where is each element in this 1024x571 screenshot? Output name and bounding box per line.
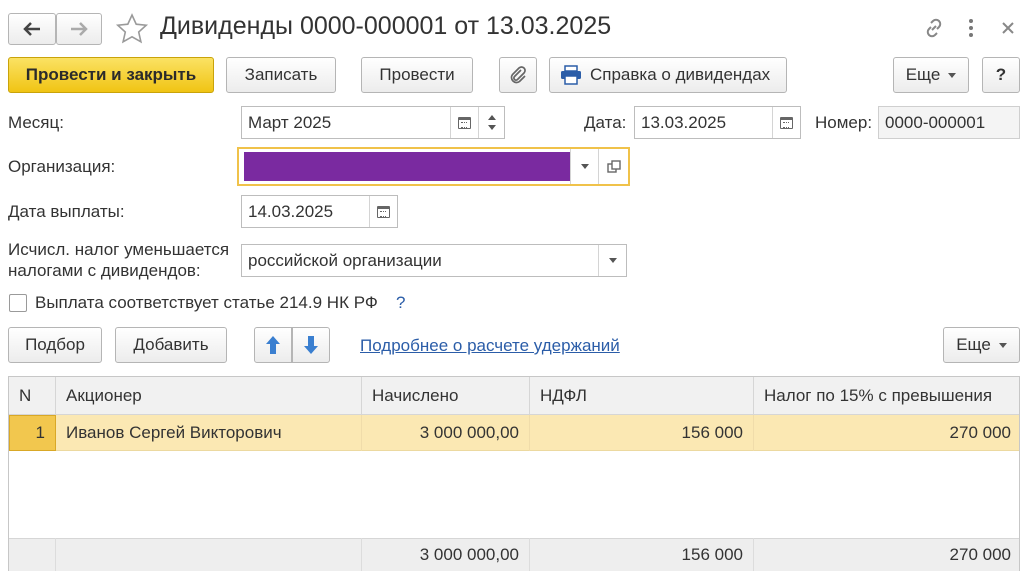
- chevron-down-icon: [580, 164, 589, 169]
- more-menu-icon[interactable]: [961, 16, 981, 40]
- tax-label-line2: налогами с дивидендов:: [8, 261, 201, 280]
- number-label: Номер:: [815, 113, 873, 132]
- tax-select[interactable]: российской организации: [241, 244, 627, 277]
- chevron-down-icon: [948, 72, 957, 78]
- month-stepper[interactable]: [478, 107, 504, 138]
- more-button[interactable]: Еще: [893, 57, 969, 93]
- number-field[interactable]: 0000-000001: [878, 106, 1020, 139]
- date-label: Дата:: [584, 113, 627, 132]
- chevron-down-icon: [608, 258, 617, 263]
- more-button-label: Еще: [905, 65, 941, 84]
- printer-icon: [561, 65, 581, 85]
- forward-button[interactable]: [56, 13, 102, 45]
- month-field[interactable]: Март 2025: [241, 106, 505, 139]
- tax-value: российской организации: [248, 250, 442, 270]
- pick-button[interactable]: Подбор: [8, 327, 102, 363]
- column-header-ndfl[interactable]: НДФЛ: [530, 377, 754, 415]
- number-value: 0000-000001: [885, 112, 986, 132]
- total-ndfl: 156 000: [530, 538, 754, 571]
- save-button[interactable]: Записать: [226, 57, 336, 93]
- article-checkbox[interactable]: [9, 294, 27, 312]
- organization-value-redacted: [244, 152, 570, 181]
- tax-label-line1: Исчисл. налог уменьшается: [8, 240, 230, 259]
- column-header-n[interactable]: N: [9, 377, 56, 415]
- column-header-holder[interactable]: Акционер: [56, 377, 362, 415]
- dividend-report-label: Справка о дивидендах: [590, 65, 771, 84]
- cell-tax15: 270 000: [949, 423, 1011, 442]
- move-up-button[interactable]: [254, 327, 292, 363]
- organization-open-button[interactable]: [598, 149, 628, 184]
- arrow-left-icon: [23, 22, 40, 36]
- date-value: 13.03.2025: [641, 112, 727, 132]
- add-button[interactable]: Добавить: [115, 327, 227, 363]
- date-field[interactable]: 13.03.2025: [634, 106, 801, 139]
- favorite-star-icon[interactable]: [115, 12, 149, 46]
- total-accrued: 3 000 000,00: [362, 538, 530, 571]
- chevron-up-icon: [487, 115, 496, 120]
- organization-dropdown-button[interactable]: [570, 149, 598, 184]
- month-calendar-button[interactable]: [450, 107, 478, 138]
- close-icon[interactable]: [998, 18, 1018, 38]
- page-title: Дивиденды 0000-000001 от 13.03.2025: [160, 12, 612, 40]
- organization-label: Организация:: [8, 157, 116, 176]
- tax-dropdown-button[interactable]: [598, 245, 626, 276]
- total-tax15: 270 000: [949, 545, 1011, 564]
- arrow-right-icon: [71, 22, 88, 36]
- dividend-report-button[interactable]: Справка о дивидендах: [549, 57, 787, 93]
- link-icon[interactable]: [922, 16, 946, 40]
- cell-n: 1: [9, 415, 56, 451]
- shareholders-table: N Акционер Начислено НДФЛ Налог по 15% с…: [8, 376, 1020, 571]
- article-help-link[interactable]: ?: [396, 293, 405, 313]
- pay-date-value: 14.03.2025: [248, 201, 334, 221]
- chevron-down-icon: [487, 125, 496, 130]
- footer-cell-holder: [56, 538, 362, 571]
- pay-date-field[interactable]: 14.03.2025: [241, 195, 398, 228]
- footer-cell-n: [9, 538, 56, 571]
- back-button[interactable]: [8, 13, 56, 45]
- cell-holder: Иванов Сергей Викторович: [56, 415, 362, 451]
- attach-button[interactable]: [499, 57, 537, 93]
- column-header-tax15[interactable]: Налог по 15% с превышения: [754, 377, 1019, 415]
- pay-date-calendar-button[interactable]: [369, 196, 397, 227]
- calendar-icon: [458, 116, 471, 129]
- help-button[interactable]: ?: [982, 57, 1020, 93]
- cell-ndfl: 156 000: [530, 415, 754, 451]
- table-more-label: Еще: [956, 335, 991, 354]
- date-calendar-button[interactable]: [772, 107, 800, 138]
- post-button[interactable]: Провести: [361, 57, 473, 93]
- move-down-button[interactable]: [292, 327, 330, 363]
- open-window-icon: [606, 159, 621, 173]
- paperclip-icon: [510, 66, 526, 84]
- column-header-accrued[interactable]: Начислено: [362, 377, 530, 415]
- chevron-down-icon: [998, 342, 1007, 348]
- organization-field[interactable]: [237, 147, 630, 186]
- details-link[interactable]: Подробнее о расчете удержаний: [360, 336, 620, 356]
- table-more-button[interactable]: Еще: [943, 327, 1020, 363]
- post-and-close-button[interactable]: Провести и закрыть: [8, 57, 214, 93]
- pay-date-label: Дата выплаты:: [8, 202, 125, 221]
- cell-accrued: 3 000 000,00: [362, 415, 530, 451]
- article-checkbox-label[interactable]: Выплата соответствует статье 214.9 НК РФ: [35, 293, 378, 313]
- calendar-icon: [780, 116, 793, 129]
- arrow-down-icon: [304, 336, 318, 354]
- calendar-icon: [377, 205, 390, 218]
- month-label: Месяц:: [8, 113, 64, 132]
- arrow-up-icon: [266, 336, 280, 354]
- month-value: Март 2025: [248, 112, 332, 132]
